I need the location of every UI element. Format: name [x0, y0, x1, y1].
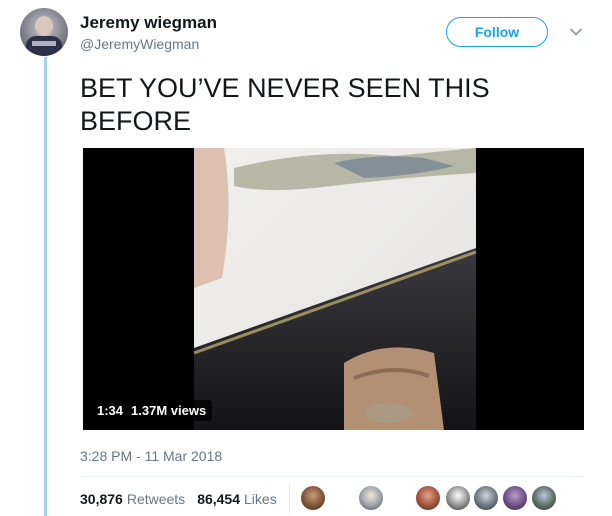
- retweets-label: Retweets: [126, 491, 186, 507]
- tweet-stats: 30,876 Retweets 86,454 Likes: [80, 491, 277, 507]
- author-handle[interactable]: @JeremyWiegman: [80, 36, 199, 52]
- avatar-shirt-print: [32, 41, 56, 46]
- avatar-head: [35, 16, 53, 36]
- thread-line: [44, 57, 47, 516]
- liker-avatar[interactable]: [301, 486, 325, 510]
- divider: [80, 476, 584, 477]
- chevron-down-icon[interactable]: [569, 25, 583, 39]
- author-display-name[interactable]: Jeremy wiegman: [80, 13, 217, 33]
- likes-stat[interactable]: 86,454 Likes: [197, 491, 277, 507]
- likes-label: Likes: [244, 491, 277, 507]
- follow-button[interactable]: Follow: [446, 17, 548, 47]
- avatar-shirt: [26, 36, 62, 56]
- tweet-timestamp[interactable]: 3:28 PM - 11 Mar 2018: [80, 448, 222, 464]
- liker-avatar[interactable]: [359, 486, 383, 510]
- video-badge: 1:34 1.37M views: [91, 400, 213, 421]
- video-views: 1.37M views: [131, 403, 207, 418]
- follow-button-label: Follow: [474, 24, 520, 40]
- video-duration: 1:34: [97, 403, 124, 418]
- liker-avatar[interactable]: [532, 486, 556, 510]
- liker-avatar[interactable]: [503, 486, 527, 510]
- liker-avatar[interactable]: [416, 486, 440, 510]
- retweets-stat[interactable]: 30,876 Retweets: [80, 491, 185, 507]
- avatar[interactable]: [20, 8, 68, 56]
- liker-avatar[interactable]: [474, 486, 498, 510]
- likes-count: 86,454: [197, 491, 241, 507]
- stats-separator: [289, 483, 290, 513]
- retweets-count: 30,876: [80, 491, 123, 507]
- video-thumbnail: [194, 148, 476, 430]
- liker-avatar[interactable]: [446, 486, 470, 510]
- tweet-text: BET YOU’VE NEVER SEEN THIS BEFORE: [80, 73, 490, 136]
- video-player[interactable]: 1:34 1.37M views: [83, 148, 584, 430]
